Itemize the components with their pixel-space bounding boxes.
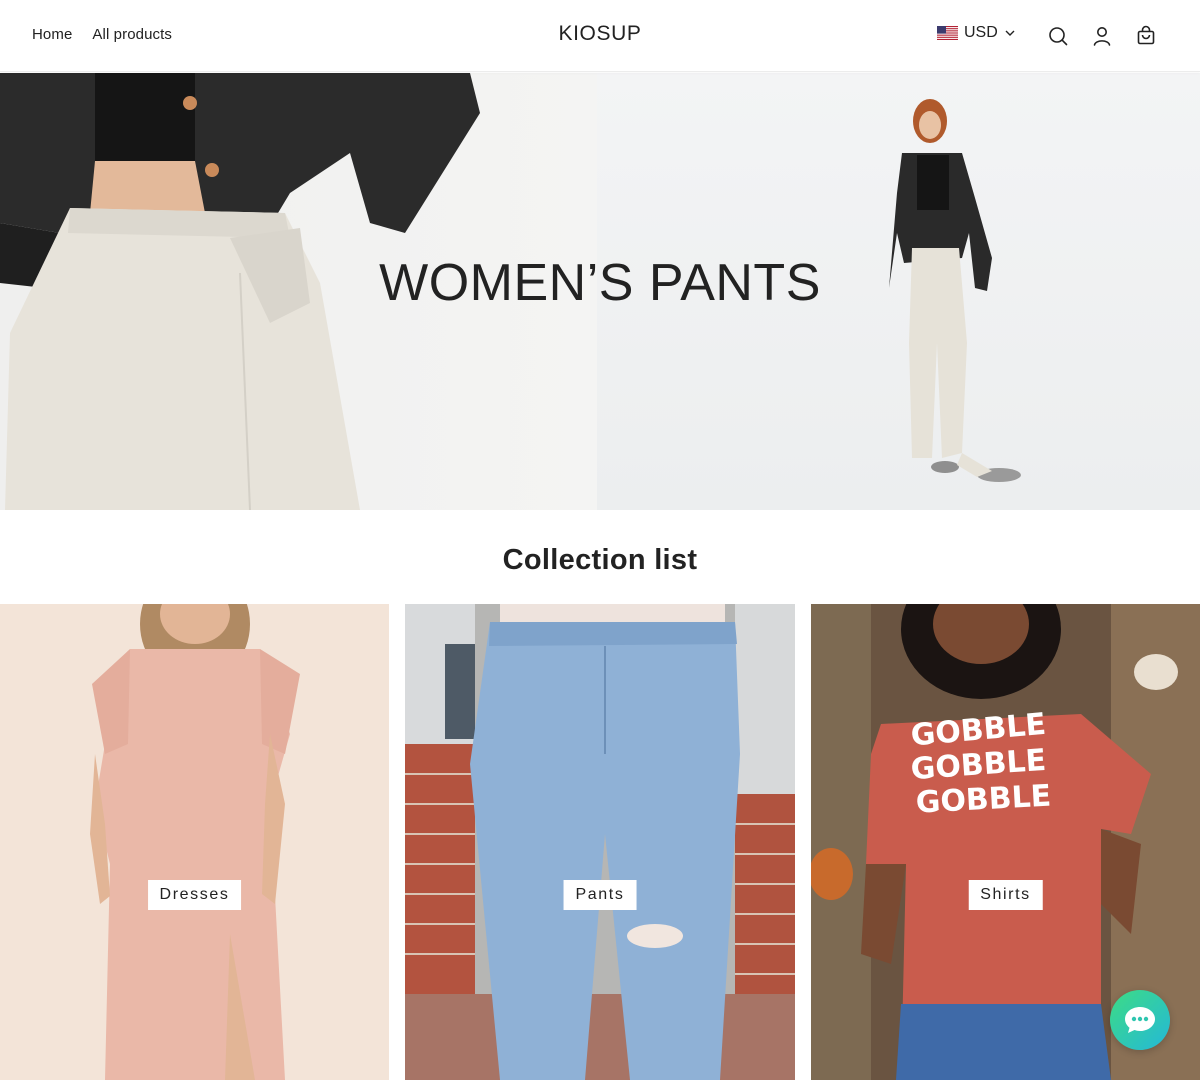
pants-image	[405, 604, 795, 1080]
dresses-image	[0, 604, 389, 1080]
main-nav: Home All products	[32, 26, 172, 43]
nav-all-products-link[interactable]: All products	[92, 26, 172, 43]
hero-title: WOMEN’S PANTS	[379, 254, 821, 312]
account-icon	[1093, 27, 1111, 46]
chat-button[interactable]	[1110, 990, 1170, 1050]
search-icon	[1049, 27, 1068, 46]
collection-label-dresses: Dresses	[147, 880, 242, 910]
currency-code: USD	[964, 24, 998, 41]
store-logo[interactable]: KIOSUP	[559, 22, 642, 45]
collection-card-dresses[interactable]: Dresses	[0, 604, 389, 1080]
shirt-graphic: GOBBLE GOBBLE GOBBLE	[909, 707, 1052, 821]
cart-icon	[1137, 25, 1155, 45]
collection-label-shirts: Shirts	[968, 880, 1043, 910]
nav-home-link[interactable]: Home	[32, 26, 72, 43]
logo-wrapper: KIOSUP	[0, 22, 1200, 46]
us-flag-icon	[937, 26, 958, 40]
svg-text:GOBBLE: GOBBLE	[915, 779, 1052, 821]
chevron-down-icon	[1005, 30, 1015, 36]
collection-list-title: Collection list	[502, 544, 698, 576]
account-button[interactable]	[1091, 25, 1113, 47]
chat-bubble-icon	[1125, 1007, 1155, 1033]
collection-label-pants: Pants	[563, 880, 637, 910]
currency-selector[interactable]: USD	[937, 24, 1016, 42]
cart-button[interactable]	[1135, 25, 1157, 47]
collection-card-pants[interactable]: Pants	[405, 604, 795, 1080]
search-button[interactable]	[1047, 25, 1069, 47]
hero-banner: WOMEN’S PANTS	[0, 73, 1200, 510]
site-header: Home All products KIOSUP USD	[0, 0, 1200, 72]
